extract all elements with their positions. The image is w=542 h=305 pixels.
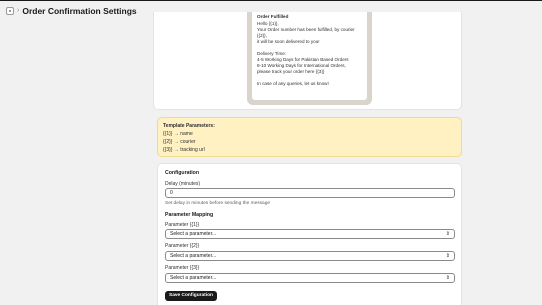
configuration-card: Configuration Delay (minutes) 0 Set dela… <box>157 163 462 305</box>
template-parameter-item: {{2}} → courier <box>163 139 196 145</box>
page-title: Order Confirmation Settings <box>22 5 137 16</box>
phone-preview-frame: Order Fulfilled Hello {{1}}, Your Order … <box>247 12 372 105</box>
parameter-3-select[interactable]: Select a parameter... ⇕ <box>165 273 455 283</box>
message-preview-card: Order Fulfilled Hello {{1}}, Your Order … <box>153 12 462 110</box>
chevron-updown-icon: ⇕ <box>445 275 450 281</box>
chevron-updown-icon: ⇕ <box>445 231 450 237</box>
configuration-title: Configuration <box>165 170 199 176</box>
parameter-1-selected: Select a parameter... <box>170 231 217 237</box>
message-line: Your Order number has been fulfilled, by… <box>257 27 355 38</box>
template-parameter-item: {{1}} → name <box>163 131 193 137</box>
message-preview: Order Fulfilled Hello {{1}}, Your Order … <box>252 12 367 100</box>
parameter-2-select[interactable]: Select a parameter... ⇕ <box>165 251 455 261</box>
app-icon[interactable] <box>6 6 14 15</box>
template-parameters-title: Template Parameters: <box>163 123 215 129</box>
parameter-1-label: Parameter {{1}} <box>165 222 200 228</box>
parameter-2-label: Parameter {{2}} <box>165 243 200 249</box>
parameter-mapping-title: Parameter Mapping <box>165 212 214 218</box>
template-parameter-item: {{3}} → tracking url <box>163 147 205 153</box>
delay-input[interactable]: 0 <box>165 188 455 198</box>
delay-label: Delay (minutes) <box>165 181 201 187</box>
parameter-2-selected: Select a parameter... <box>170 253 217 259</box>
message-line: In case of any queries, let us know! <box>257 81 329 86</box>
parameter-1-select[interactable]: Select a parameter... ⇕ <box>165 229 455 239</box>
save-configuration-button[interactable]: Save Configuration <box>165 291 217 301</box>
parameter-3-label: Parameter {{3}} <box>165 265 200 271</box>
breadcrumb-separator: › <box>17 7 20 14</box>
chevron-updown-icon: ⇕ <box>445 253 450 259</box>
message-title: Order Fulfilled <box>257 14 289 19</box>
parameter-3-selected: Select a parameter... <box>170 275 217 281</box>
delay-help-text: Set delay in minutes before sending the … <box>165 201 271 206</box>
template-parameters-banner: Template Parameters: {{1}} → name {{2}} … <box>157 117 462 157</box>
